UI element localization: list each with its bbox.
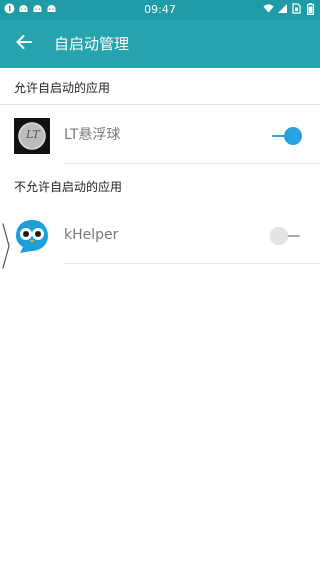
list-item-lt-float-ball[interactable]: LT悬浮球 bbox=[0, 108, 320, 164]
khelper-owl-icon bbox=[14, 218, 50, 254]
list-item-khelper[interactable]: kHelper bbox=[0, 208, 320, 264]
app-bar: 自启动管理 bbox=[0, 20, 320, 68]
status-right-icons bbox=[263, 2, 316, 15]
autostart-toggle[interactable] bbox=[270, 226, 304, 246]
wifi-icon bbox=[263, 3, 274, 14]
section-divider bbox=[0, 104, 320, 105]
edge-swipe-handle[interactable] bbox=[2, 222, 12, 270]
section-header-disallowed: 不允许自启动的应用 bbox=[14, 180, 123, 194]
app-name: LT悬浮球 bbox=[64, 127, 121, 143]
row-divider bbox=[64, 263, 320, 264]
status-bar: 09:47 bbox=[0, 0, 320, 20]
page-title: 自启动管理 bbox=[54, 35, 130, 53]
signal-icon bbox=[277, 3, 288, 14]
sim-icon bbox=[291, 3, 302, 14]
toggle-thumb bbox=[284, 127, 302, 145]
toggle-thumb bbox=[270, 227, 288, 245]
section-header-allowed: 允许自启动的应用 bbox=[14, 81, 111, 95]
row-divider bbox=[64, 163, 320, 164]
app-name: kHelper bbox=[64, 227, 119, 243]
battery-icon bbox=[305, 2, 316, 15]
autostart-toggle[interactable] bbox=[270, 126, 304, 146]
arrow-left-icon bbox=[14, 32, 34, 56]
back-button[interactable] bbox=[10, 30, 38, 58]
lt-icon-text: LT bbox=[26, 128, 40, 141]
